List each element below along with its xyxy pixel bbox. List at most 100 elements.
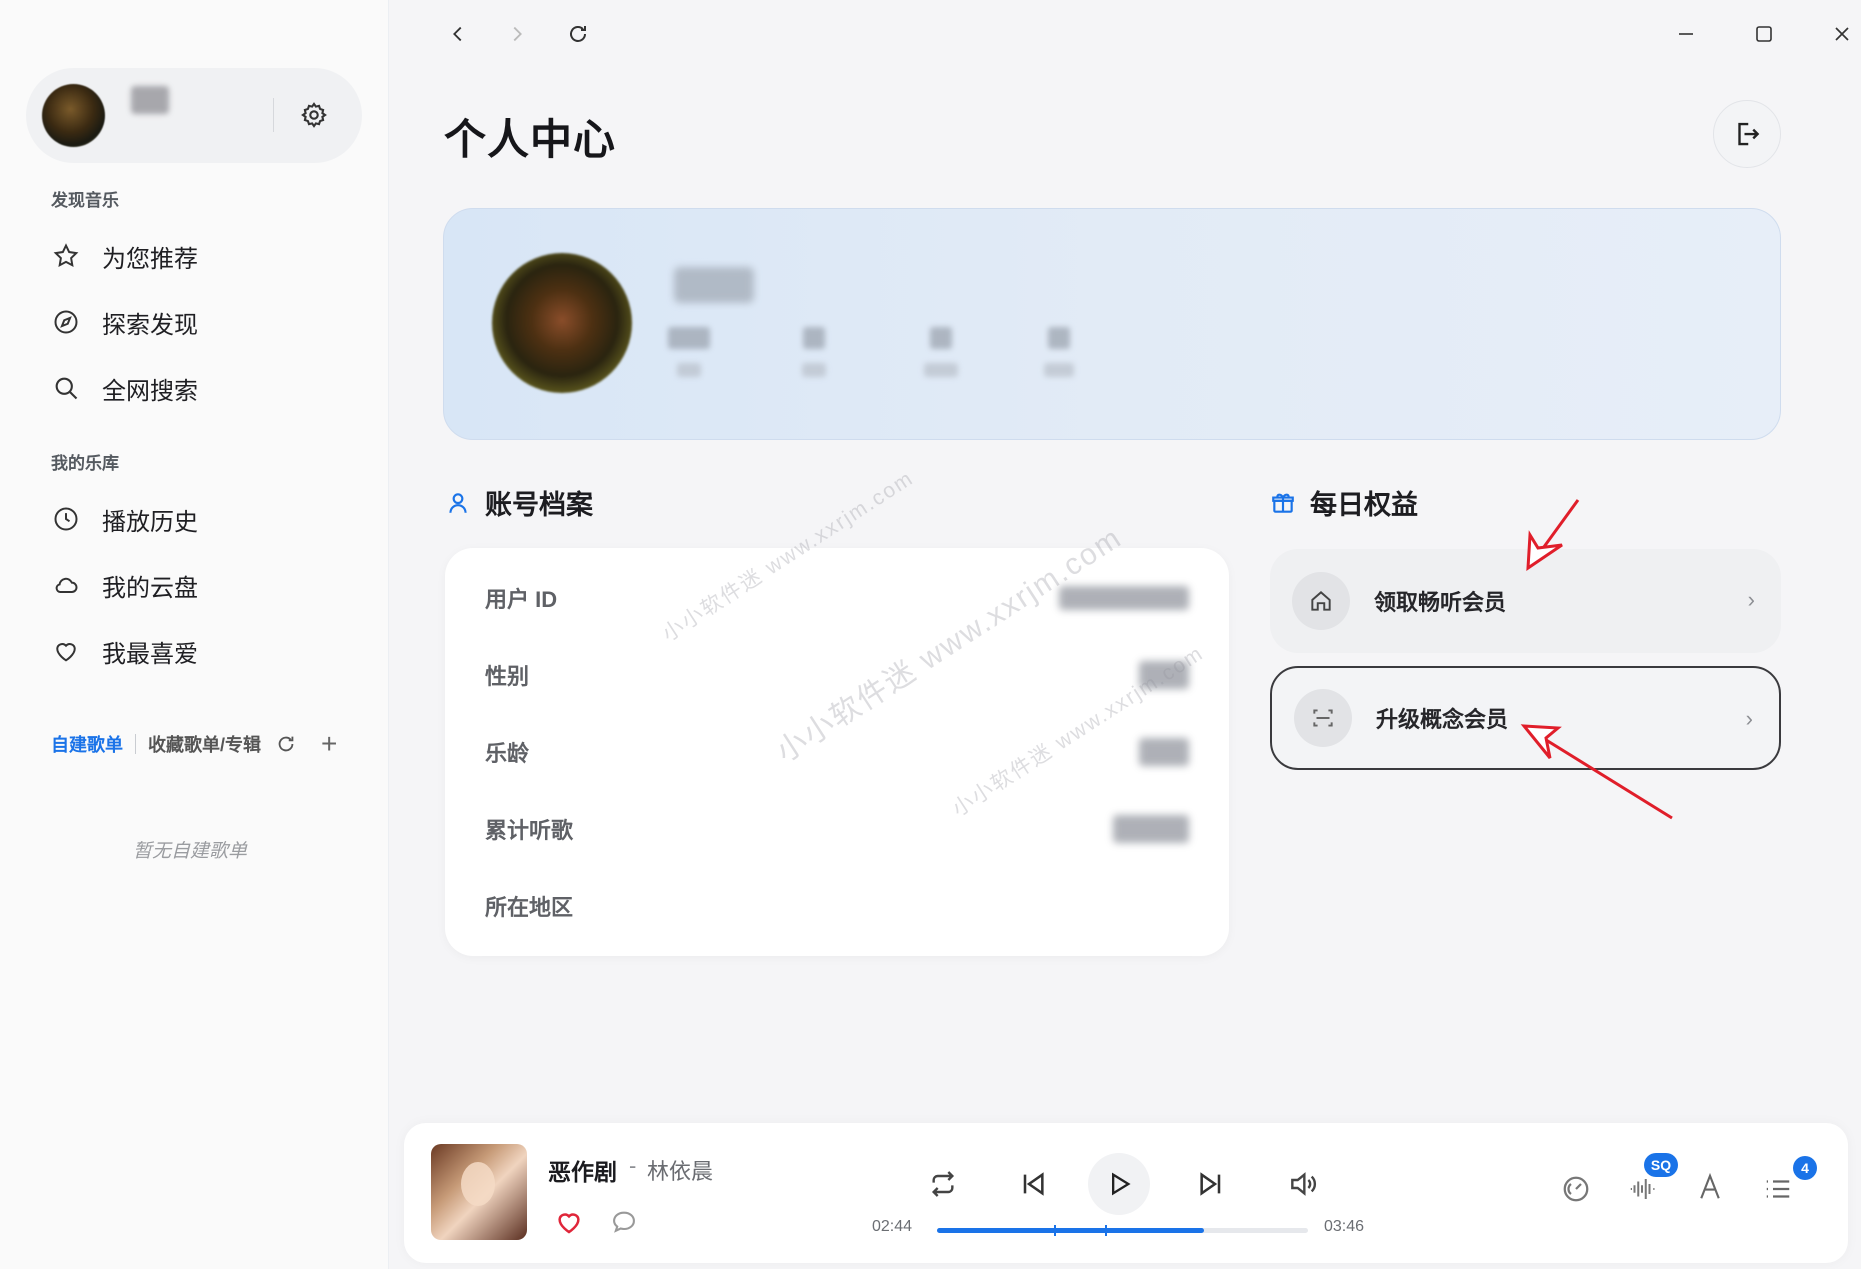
speed-button[interactable] (1556, 1169, 1596, 1209)
font-icon (1700, 1172, 1720, 1199)
song-title[interactable]: 恶作剧 (548, 1153, 617, 1187)
comment-button[interactable] (607, 1205, 641, 1239)
benefit-icon-wrap (1292, 572, 1350, 630)
gift-icon (1272, 493, 1294, 513)
cloud-icon (55, 577, 78, 593)
sidebar-item-label: 我最喜爱 (102, 640, 198, 668)
skip-previous-icon (1023, 1172, 1044, 1196)
forward-button[interactable] (497, 14, 537, 54)
sidebar-item-label: 播放历史 (102, 508, 198, 536)
profile-avatar (492, 253, 632, 393)
quality-badge: SQ (1644, 1153, 1678, 1177)
add-playlist-button[interactable]: + (321, 730, 337, 758)
like-button[interactable] (552, 1205, 586, 1239)
progress-marker (1105, 1225, 1107, 1236)
sidebar-item-favorites[interactable]: 我最喜爱 (44, 625, 364, 677)
queue-count-badge: 4 (1793, 1156, 1817, 1180)
list-icon (1766, 1180, 1790, 1198)
close-icon (1835, 27, 1849, 41)
scan-icon (1313, 709, 1333, 727)
repeat-button[interactable] (920, 1161, 966, 1207)
sidebar-item-cloud[interactable]: 我的云盘 (44, 559, 364, 611)
minimize-icon (1679, 33, 1693, 35)
account-row: 用户 ID (485, 578, 1189, 618)
playlist-queue-button[interactable] (1758, 1169, 1798, 1209)
previous-button[interactable] (1010, 1161, 1056, 1207)
sidebar-item-recommend[interactable]: 为您推荐 (44, 230, 364, 282)
refresh-playlists-button[interactable] (275, 733, 297, 755)
sidebar-item-explore[interactable]: 探索发现 (44, 296, 364, 348)
next-button[interactable] (1188, 1161, 1234, 1207)
chevron-right-icon: › (1745, 706, 1753, 731)
account-row-label: 性别 (485, 664, 530, 689)
tab-collected-playlists[interactable]: 收藏歌单/专辑 (148, 731, 261, 757)
window-titlebar (390, 0, 1861, 66)
logout-button[interactable] (1713, 100, 1781, 168)
player-bar: 恶作剧 - 林依晨 02:44 03:46 SQ 4 (404, 1123, 1848, 1263)
divider (135, 734, 136, 754)
account-section-heading: 账号档案 (445, 483, 593, 522)
song-artist[interactable]: 林依晨 (647, 1154, 713, 1186)
profile-stat (789, 327, 839, 383)
sidebar-item-search[interactable]: 全网搜索 (44, 362, 364, 414)
account-row: 所在地区 (485, 886, 1189, 926)
account-value-redacted (1139, 738, 1189, 766)
album-cover[interactable] (431, 1144, 527, 1240)
refresh-icon (570, 26, 586, 42)
sidebar-item-history[interactable]: 播放历史 (44, 493, 364, 545)
account-row-label: 累计听歌 (485, 818, 574, 843)
username-redacted (131, 86, 169, 114)
benefits-heading-text: 每日权益 (1310, 490, 1418, 520)
compass-icon (54, 310, 78, 334)
benefit-icon-wrap (1294, 689, 1352, 747)
claim-vip-button[interactable]: 领取畅听会员 › (1270, 549, 1781, 653)
lyrics-button[interactable] (1690, 1167, 1730, 1207)
heart-icon (558, 1213, 580, 1234)
back-button[interactable] (438, 14, 478, 54)
close-button[interactable] (1822, 14, 1861, 54)
account-row-label: 所在地区 (485, 895, 574, 920)
logout-icon (1738, 122, 1760, 146)
sidebar: 发现音乐 为您推荐 探索发现 全网搜索 我的乐库 播放历史 我的云盘 我最喜爱 … (0, 0, 389, 1269)
clock-icon (54, 507, 78, 531)
profile-name-redacted (674, 267, 754, 303)
page-title: 个人中心 (444, 116, 617, 163)
title-separator: - (629, 1153, 637, 1178)
maximize-button[interactable] (1744, 14, 1784, 54)
home-icon (1311, 591, 1331, 611)
profile-stat (664, 327, 714, 383)
account-row-label: 用户 ID (485, 587, 558, 612)
repeat-icon (931, 1171, 955, 1197)
waveform-icon (1630, 1179, 1655, 1199)
avatar[interactable] (42, 84, 105, 147)
volume-icon (1291, 1172, 1316, 1196)
user-icon (449, 492, 467, 513)
tab-created-playlists[interactable]: 自建歌单 (51, 731, 123, 757)
total-time: 03:46 (1324, 1218, 1365, 1235)
chevron-left-icon (453, 26, 462, 42)
settings-button[interactable] (296, 97, 332, 133)
sidebar-item-label: 全网搜索 (102, 377, 198, 405)
upgrade-concept-vip-button[interactable]: 升级概念会员 › (1270, 666, 1781, 770)
progress-fill (937, 1228, 1205, 1233)
minimize-button[interactable] (1666, 14, 1706, 54)
current-time: 02:44 (872, 1218, 913, 1235)
user-card[interactable] (26, 68, 362, 163)
sidebar-item-label: 为您推荐 (102, 245, 198, 273)
account-row-label: 乐龄 (485, 741, 530, 766)
section-label-discover: 发现音乐 (51, 191, 119, 210)
benefit-label: 领取畅听会员 (1374, 590, 1507, 615)
maximize-icon (1756, 26, 1772, 42)
comment-icon (613, 1211, 635, 1233)
benefits-section-heading: 每日权益 (1270, 483, 1418, 522)
star-icon (53, 243, 79, 268)
progress-bar[interactable] (937, 1225, 1308, 1236)
volume-button[interactable] (1280, 1161, 1326, 1207)
gear-icon (301, 102, 327, 128)
account-row: 累计听歌 (485, 809, 1189, 849)
search-icon (55, 377, 78, 400)
divider (273, 98, 274, 132)
reload-button[interactable] (558, 14, 598, 54)
play-button[interactable] (1088, 1153, 1150, 1215)
account-value-redacted (1059, 586, 1189, 610)
